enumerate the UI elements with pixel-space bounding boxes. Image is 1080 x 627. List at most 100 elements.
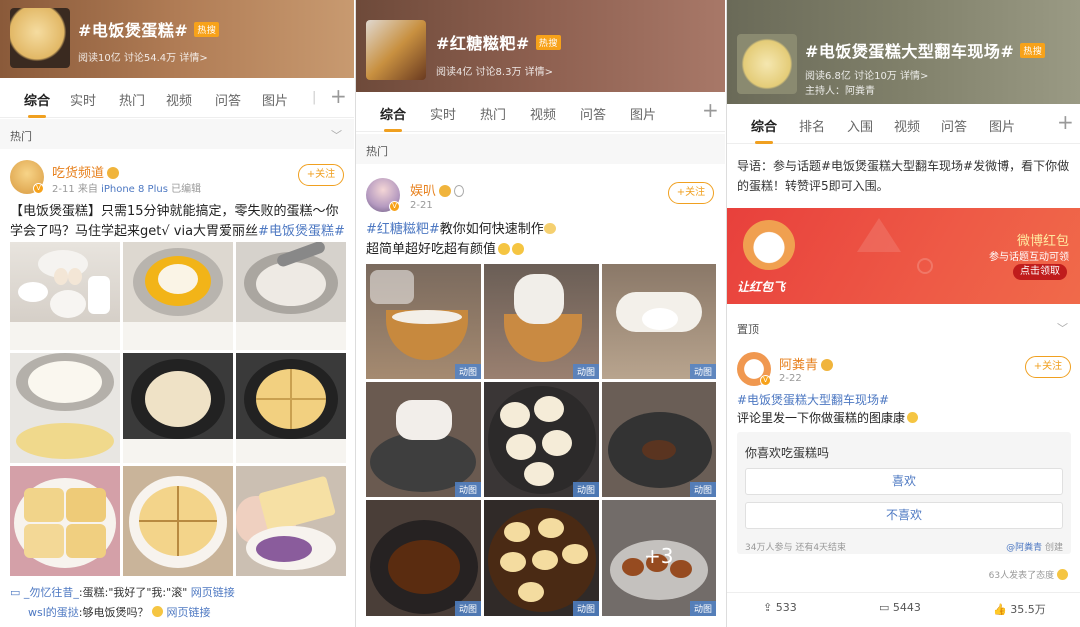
photo-batter-pot[interactable] (123, 353, 233, 463)
photo-cake-slices[interactable] (10, 466, 120, 576)
tab-qa[interactable]: 问答 (215, 90, 241, 109)
photo-batter-bowl[interactable] (10, 353, 120, 463)
tab-ranking[interactable]: 排名 (799, 116, 825, 135)
gif-pan-dough[interactable]: 动图 (366, 382, 481, 497)
action-bar: ⇪ 533 ▭ 5443 👍 35.5万 (727, 592, 1080, 627)
add-tab-icon[interactable]: + (330, 84, 347, 108)
gif-badge: 动图 (689, 482, 716, 497)
verified-icon: V (760, 375, 771, 386)
username[interactable]: 娱叭 (410, 180, 465, 199)
section-label: 热门 (10, 130, 32, 143)
gif-badge: 动图 (572, 364, 599, 379)
tab-comprehensive[interactable]: 综合 (380, 104, 406, 132)
add-tab-icon[interactable]: + (702, 98, 719, 122)
username[interactable]: 吃货频道 (52, 162, 120, 181)
topic-header: #电饭煲蛋糕大型翻车现场# 热搜 阅读6.8亿 讨论10万 详情> 主持人：阿粪青 (727, 0, 1080, 104)
post-time: 2-21 (410, 200, 433, 211)
fox-mascot-icon (743, 220, 795, 270)
tab-images[interactable]: 图片 (630, 104, 656, 123)
photo-yolk-bowl[interactable] (123, 242, 233, 350)
tab-comprehensive[interactable]: 综合 (751, 116, 777, 144)
gif-knead-bowl[interactable]: 动图 (484, 264, 599, 379)
gif-badge: 动图 (454, 601, 481, 616)
tab-video[interactable]: 视频 (894, 116, 920, 135)
topic-stats[interactable]: 阅读4亿 讨论8.3万 详情> (436, 63, 553, 78)
comment[interactable]: ▭ _勿忆往昔_:蛋糕:"我好了"我:"滚" 网页链接 (10, 584, 235, 600)
comment-icon: ▭ (10, 586, 21, 599)
chevron-down-icon[interactable]: ﹀ (1057, 320, 1068, 336)
post-text: #红糖糍粑#教你如何快速制作 超简单超好吃超有颜值 (366, 220, 716, 260)
more-images-count[interactable]: +3 (644, 544, 673, 568)
topic-thumbnail[interactable] (366, 20, 426, 80)
topic-host[interactable]: 主持人：阿粪青 (805, 82, 875, 97)
gif-syrup-pan[interactable]: 动图 (366, 500, 481, 616)
photo-cake-quarter[interactable] (123, 466, 233, 576)
gif-frying-cakes[interactable]: 动图 (484, 382, 599, 497)
photo-cake-hand[interactable] (236, 466, 346, 576)
gif-badge: 动图 (689, 601, 716, 616)
tab-hot[interactable]: 热门 (119, 90, 145, 109)
tab-images[interactable]: 图片 (262, 90, 288, 109)
comment-user[interactable]: _勿忆往昔_ (24, 586, 79, 599)
topic-stats[interactable]: 阅读10亿 讨论54.4万 详情> (78, 49, 208, 64)
hot-badge: 热搜 (194, 22, 220, 37)
add-tab-icon[interactable]: + (1057, 110, 1074, 134)
topic-tag-link[interactable]: #红糖糍粑# (366, 222, 440, 237)
tab-comprehensive[interactable]: 综合 (24, 90, 50, 118)
topic-panel-cake-fail: #电饭煲蛋糕大型翻车现场# 热搜 阅读6.8亿 讨论10万 详情> 主持人：阿粪青… (726, 0, 1080, 627)
comment-text: :蛋糕:"我好了"我:"滚" (78, 586, 188, 599)
tab-video[interactable]: 视频 (530, 104, 556, 123)
topic-title: #红糖糍粑# 热搜 (436, 30, 561, 54)
follow-button[interactable]: +关注 (668, 182, 714, 204)
topic-stats[interactable]: 阅读6.8亿 讨论10万 详情> (805, 67, 928, 82)
tab-realtime[interactable]: 实时 (70, 90, 96, 109)
follow-button[interactable]: +关注 (298, 164, 344, 186)
topic-tag-link[interactable]: #电饭煲蛋糕大型翻车现场# (737, 393, 889, 407)
post-text: #电饭煲蛋糕大型翻车现场# 评论里发一下你做蛋糕的图康康 (737, 391, 1073, 427)
tab-video[interactable]: 视频 (166, 90, 192, 109)
emoji-icon (152, 606, 164, 617)
follow-button[interactable]: +关注 (1025, 356, 1071, 378)
tab-qa[interactable]: 问答 (580, 104, 606, 123)
topic-thumbnail[interactable] (10, 8, 70, 68)
web-link[interactable]: 网页链接 (191, 586, 235, 599)
comment[interactable]: wsl的蛋挞:够电饭煲吗？ 网页链接 (28, 604, 211, 620)
comment-user[interactable]: wsl的蛋挞 (28, 606, 79, 619)
repost-button[interactable]: ⇪ 533 (763, 601, 797, 614)
claim-button[interactable]: 点击领取 (1013, 264, 1067, 280)
topic-tag-link[interactable]: #电饭煲蛋糕# (258, 224, 345, 239)
like-button[interactable]: 👍 35.5万 (993, 601, 1046, 617)
gif-badge: 动图 (572, 601, 599, 616)
thumbs-up-icon: 👍 (993, 603, 1007, 616)
poll-creator: @阿粪青 创建 (1006, 543, 1063, 553)
tab-qa[interactable]: 问答 (941, 116, 967, 135)
photo-whisk-bowl[interactable] (236, 242, 346, 350)
poll-option-like[interactable]: 喜欢 (745, 468, 1063, 495)
username[interactable]: 阿粪青 (779, 354, 834, 373)
vip-crown-icon (821, 359, 834, 371)
red-packet-banner[interactable]: 让红包飞 微博红包 参与话题互动可领 点击领取 (727, 208, 1080, 304)
tab-bar: 综合 实时 热门 视频 问答 图片 + (356, 92, 725, 132)
comment-text: :够电饭煲吗？ (78, 606, 149, 619)
gif-plated-cakes[interactable]: +3 动图 (602, 500, 716, 616)
gif-sugar-pan[interactable]: 动图 (602, 382, 716, 497)
tab-hot[interactable]: 热门 (480, 104, 506, 123)
post-text: 【电饭煲蛋糕】只需15分钟就能搞定，零失败的蛋糕～你学会了吗？马住学起来get√… (10, 204, 345, 239)
gif-shape-dough[interactable]: 动图 (602, 264, 716, 379)
tab-images[interactable]: 图片 (989, 116, 1015, 135)
topic-thumbnail[interactable] (737, 34, 797, 94)
gif-flour-bowl[interactable]: 动图 (366, 264, 481, 379)
gif-coated-cakes[interactable]: 动图 (484, 500, 599, 616)
section-hot: 热门 ﹀ (0, 119, 354, 149)
attitude-summary[interactable]: 63人发表了态度 (989, 568, 1068, 581)
photo-eggs-flour[interactable] (10, 242, 120, 350)
web-link[interactable]: 网页链接 (167, 606, 211, 619)
poll-option-dislike[interactable]: 不喜欢 (745, 502, 1063, 529)
photo-cake-cut-pot[interactable] (236, 353, 346, 463)
tab-realtime[interactable]: 实时 (430, 104, 456, 123)
chevron-down-icon[interactable]: ﹀ (331, 127, 342, 143)
hot-badge: 热搜 (535, 35, 561, 50)
comment-button[interactable]: ▭ 5443 (879, 601, 921, 614)
tab-shortlist[interactable]: 入围 (847, 116, 873, 135)
gif-badge: 动图 (454, 364, 481, 379)
